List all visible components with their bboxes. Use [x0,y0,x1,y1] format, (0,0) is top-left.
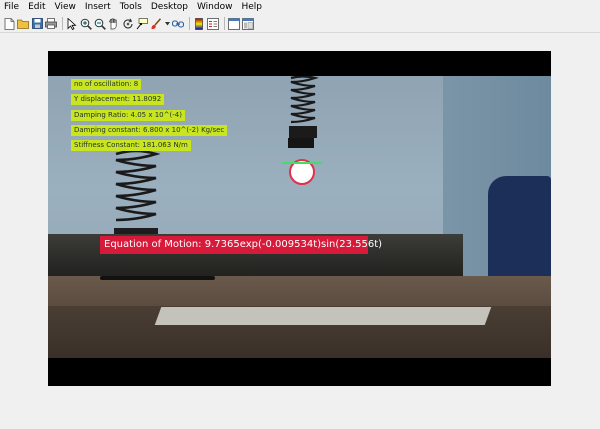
menu-tools[interactable]: Tools [116,0,147,15]
new-figure-icon[interactable] [3,17,15,30]
zoom-in-icon[interactable] [80,18,92,30]
menu-window[interactable]: Window [193,0,238,15]
rotate-icon[interactable] [122,18,134,30]
insert-legend-icon[interactable] [207,17,219,30]
brush-dropdown-icon[interactable] [164,18,170,30]
left-spring [111,141,161,236]
paper-sheet [154,307,492,325]
toolbar-separator [189,17,190,30]
damping-constant-label: Damping constant: 6.800 x 10^(-2) Kg/sec [71,125,228,136]
pointer-icon[interactable] [66,17,78,30]
y-displacement-label: Y displacement: 11.8092 [71,94,165,105]
menu-help[interactable]: Help [237,0,267,15]
print-icon[interactable] [45,18,57,30]
menu-file[interactable]: File [0,0,24,15]
zoom-out-icon[interactable] [94,18,106,30]
show-plot-tools-icon[interactable] [242,17,254,30]
figure-canvas: no of oscillation: 8 Y displacement: 11.… [0,34,600,429]
data-cursor-icon[interactable] [136,17,148,30]
damping-ratio-label: Damping Ratio: 4.05 x 10^(-4) [71,110,185,121]
equation-of-motion-banner: Equation of Motion: 9.7365exp(-0.009534t… [100,236,382,254]
menu-view[interactable]: View [51,0,81,15]
office-chair [488,176,551,286]
save-icon[interactable] [31,18,43,30]
tracker-marker [282,159,322,185]
menubar: File Edit View Insert Tools Desktop Wind… [0,0,600,15]
pen [100,276,215,280]
oscillation-count-label: no of oscillation: 8 [71,79,142,90]
brush-icon[interactable] [150,17,162,30]
stiffness-constant-label: Stiffness Constant: 181.063 N/m [71,140,191,151]
menu-insert[interactable]: Insert [81,0,116,15]
toolbar-separator [224,17,225,30]
pan-icon[interactable] [108,17,120,30]
insert-colorbar-icon[interactable] [193,17,205,30]
table-top [48,276,551,306]
menu-desktop[interactable]: Desktop [147,0,193,15]
video-axes[interactable]: no of oscillation: 8 Y displacement: 11.… [48,51,551,386]
link-icon[interactable] [172,18,184,30]
menu-edit[interactable]: Edit [24,0,50,15]
figure-toolbar [0,15,600,33]
hide-plot-tools-icon[interactable] [228,17,240,30]
toolbar-separator [62,17,63,30]
open-file-icon[interactable] [17,18,29,30]
